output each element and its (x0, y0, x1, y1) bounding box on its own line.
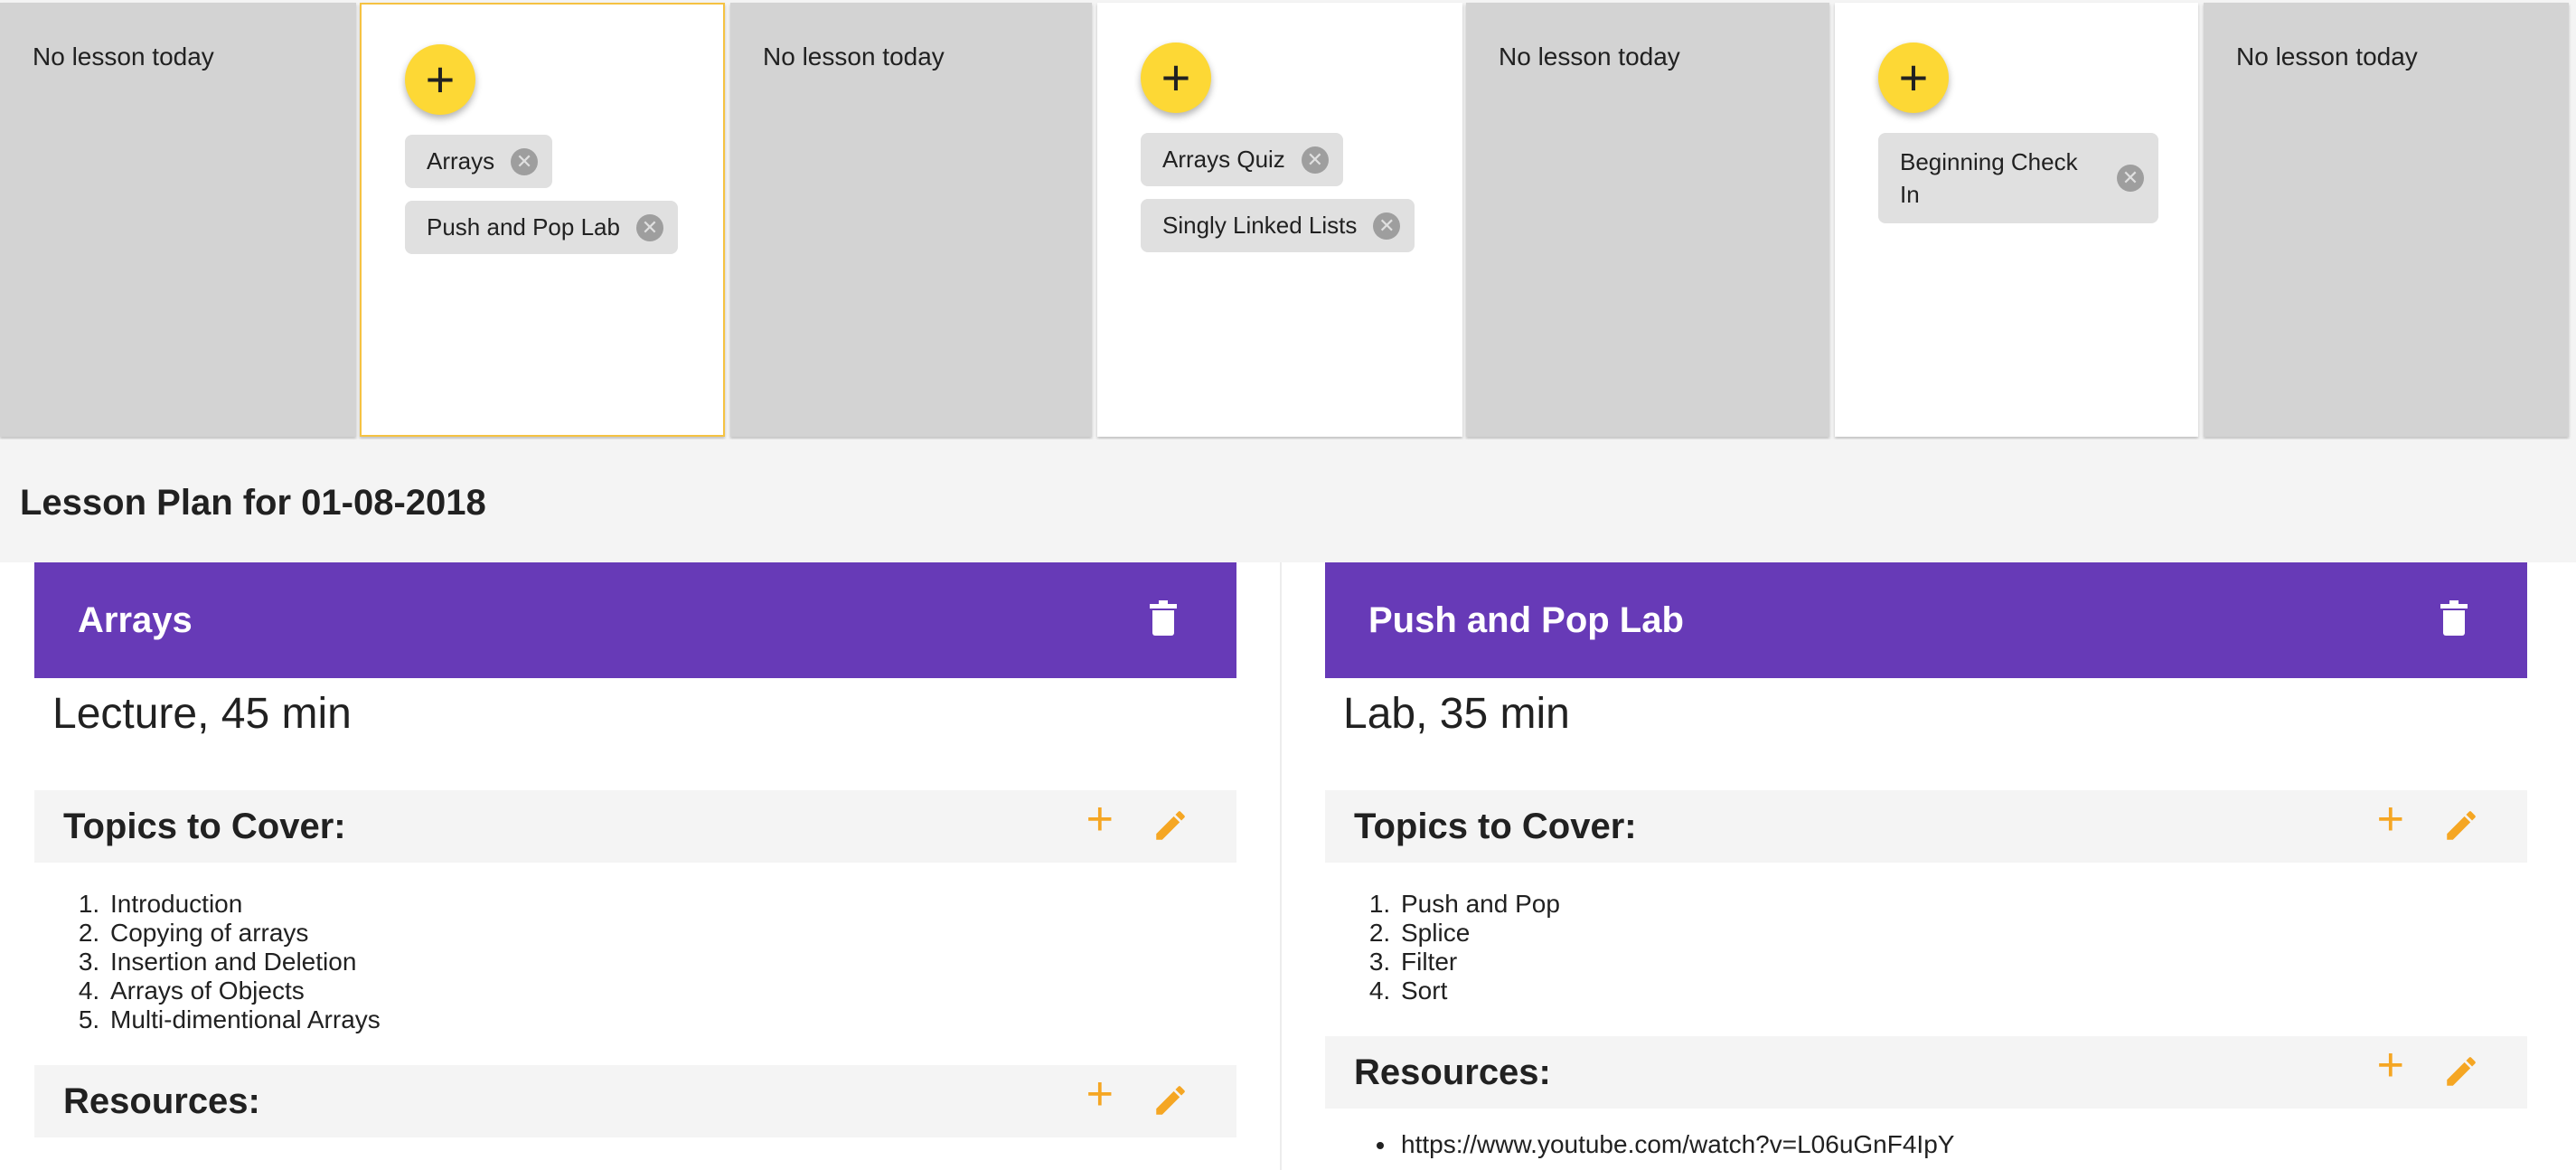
resources-heading: Resources: (1354, 1052, 1551, 1092)
close-circle-icon[interactable]: ✕ (1301, 146, 1329, 174)
topics-heading: Topics to Cover: (1354, 807, 1637, 846)
resources-section-bar: Resources: + (1325, 1036, 2527, 1109)
trash-icon[interactable] (1150, 600, 1177, 637)
list-item: Copying of arrays (107, 919, 381, 948)
lesson-card-title: Push and Pop Lab (1368, 600, 1684, 640)
lesson-meta: Lab, 35 min (1343, 690, 1570, 738)
lesson-card-header: Arrays (34, 562, 1236, 678)
add-lesson-button[interactable]: + (1878, 42, 1949, 113)
lesson-card-header: Push and Pop Lab (1325, 562, 2527, 678)
plus-icon: + (425, 51, 456, 108)
no-lesson-label: No lesson today (1499, 42, 1680, 71)
pencil-icon[interactable] (1152, 807, 1189, 844)
lesson-chip-list: Beginning Check In ✕ (1878, 133, 2162, 236)
resource-link[interactable]: https://www.youtube.com/watch?v=L06uGnF4… (1397, 1130, 1954, 1159)
day-cell-6[interactable]: + Beginning Check In ✕ (1835, 3, 2198, 437)
lesson-chip-label: Push and Pop Lab (427, 213, 620, 241)
no-lesson-label: No lesson today (33, 42, 214, 71)
lesson-chip[interactable]: Push and Pop Lab ✕ (405, 201, 678, 254)
lesson-chip-label: Singly Linked Lists (1162, 212, 1358, 239)
trash-icon[interactable] (2440, 600, 2468, 637)
close-circle-icon[interactable]: ✕ (1373, 212, 1401, 240)
lesson-chip-list: Arrays Quiz ✕ Singly Linked Lists ✕ (1141, 133, 1426, 265)
plus-icon[interactable]: + (1086, 1071, 1114, 1118)
lesson-card-push-and-pop-lab: Push and Pop Lab Lab, 35 min Topics to C… (1325, 562, 2527, 1170)
resources-heading: Resources: (63, 1081, 260, 1121)
topics-list: Push and Pop Splice Filter Sort (1397, 890, 1560, 1005)
pencil-icon[interactable] (1152, 1081, 1189, 1119)
list-item: Filter (1397, 948, 1560, 977)
lesson-chip-label: Arrays (427, 147, 495, 175)
topics-section-bar: Topics to Cover: + (1325, 790, 2527, 863)
no-lesson-label: No lesson today (763, 42, 945, 71)
topics-heading: Topics to Cover: (63, 807, 346, 846)
day-cell-1[interactable]: No lesson today (0, 3, 356, 437)
day-cell-2[interactable]: + Arrays ✕ Push and Pop Lab ✕ (360, 3, 725, 437)
column-divider (1280, 562, 1282, 1170)
lesson-chip-label: Arrays Quiz (1162, 146, 1285, 173)
pencil-icon[interactable] (2442, 807, 2480, 844)
plus-icon[interactable]: + (1086, 796, 1114, 843)
list-item: Multi-dimentional Arrays (107, 1005, 381, 1034)
day-cell-5[interactable]: No lesson today (1466, 3, 1829, 437)
day-cell-7[interactable]: No lesson today (2204, 3, 2569, 437)
close-circle-icon[interactable]: ✕ (2117, 165, 2144, 192)
lesson-meta: Lecture, 45 min (52, 690, 352, 738)
close-circle-icon[interactable]: ✕ (511, 147, 539, 175)
resources-section-bar: Resources: + (34, 1065, 1236, 1137)
resources-list: https://www.youtube.com/watch?v=L06uGnF4… (1397, 1130, 1954, 1159)
plus-icon: + (1161, 49, 1191, 106)
list-item: Arrays of Objects (107, 977, 381, 1005)
list-item: Introduction (107, 890, 381, 919)
page-title: Lesson Plan for 01-08-2018 (20, 483, 486, 523)
plus-icon: + (1898, 49, 1929, 106)
lesson-card-title: Arrays (78, 600, 193, 640)
lesson-chip[interactable]: Beginning Check In ✕ (1878, 133, 2158, 223)
add-lesson-button[interactable]: + (405, 44, 475, 115)
plus-icon[interactable]: + (2377, 796, 2404, 843)
lesson-chip-list: Arrays ✕ Push and Pop Lab ✕ (405, 135, 687, 267)
day-cell-4[interactable]: + Arrays Quiz ✕ Singly Linked Lists ✕ (1097, 3, 1462, 437)
plus-icon[interactable]: + (2377, 1042, 2404, 1089)
add-lesson-button[interactable]: + (1141, 42, 1211, 113)
week-calendar: No lesson today + Arrays ✕ Push and Pop … (0, 0, 2576, 439)
topics-section-bar: Topics to Cover: + (34, 790, 1236, 863)
list-item: Splice (1397, 919, 1560, 948)
close-circle-icon[interactable]: ✕ (635, 213, 663, 241)
pencil-icon[interactable] (2442, 1052, 2480, 1090)
list-item: Push and Pop (1397, 890, 1560, 919)
no-lesson-label: No lesson today (2236, 42, 2418, 71)
topics-list: Introduction Copying of arrays Insertion… (107, 890, 381, 1034)
list-item: Insertion and Deletion (107, 948, 381, 977)
day-cell-3[interactable]: No lesson today (730, 3, 1092, 437)
lesson-chip-label: Beginning Check In (1900, 148, 2078, 208)
list-item: Sort (1397, 977, 1560, 1005)
lesson-chip[interactable]: Singly Linked Lists ✕ (1141, 199, 1415, 252)
lesson-chip[interactable]: Arrays ✕ (405, 135, 553, 188)
lesson-chip[interactable]: Arrays Quiz ✕ (1141, 133, 1343, 186)
lesson-card-arrays: Arrays Lecture, 45 min Topics to Cover: … (34, 562, 1236, 1170)
